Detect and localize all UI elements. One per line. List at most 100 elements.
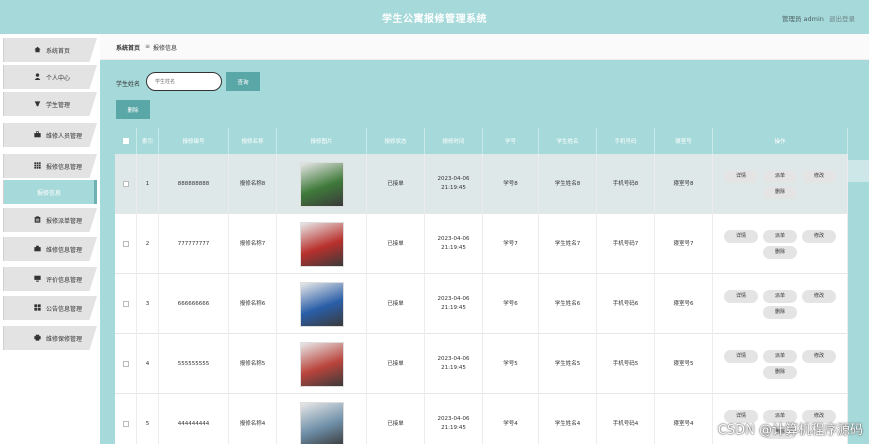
sidebar-item-label: 评价信息管理 [46, 277, 83, 284]
wrench-icon [34, 245, 41, 252]
edit-button[interactable]: 修改 [802, 349, 836, 363]
breadcrumb: 系统首页 ≡ 报修信息 [100, 34, 869, 60]
cell-student-no: 学号6 [483, 274, 539, 334]
sidebar-item-label: 系统首页 [46, 48, 71, 55]
edit-button[interactable]: 修改 [802, 169, 836, 183]
cell-name: 报修名称5 [229, 334, 277, 394]
actions-cell: 详情 派单 修改 删除 [713, 334, 848, 394]
column-header: 报修编号 [159, 128, 229, 154]
cell-student-name: 学生姓名6 [539, 274, 597, 334]
cell-student-no: 学号4 [483, 394, 539, 444]
sidebar-item-label: 维修保修管理 [46, 336, 83, 343]
sidebar-item-reviews[interactable]: 评价信息管理 [3, 267, 97, 291]
photo-cell [277, 334, 367, 394]
cell-time: 2023-04-06 21:19:45 [425, 214, 483, 274]
edit-button[interactable]: 修改 [802, 229, 836, 243]
photo-cell [277, 214, 367, 274]
sidebar-item-repairers[interactable]: 维修人员管理 [3, 123, 97, 147]
cell-index: 1 [137, 154, 159, 214]
detail-button[interactable]: 详情 [724, 349, 758, 363]
sidebar-item-label: 报修信息 [36, 190, 61, 197]
row-checkbox[interactable] [122, 361, 129, 367]
delete-button[interactable]: 删除 [763, 365, 797, 379]
photo-cell [277, 394, 367, 444]
cell-room: 寝室号6 [655, 274, 713, 334]
column-header: 手机号码 [597, 128, 655, 154]
student-name-search-input[interactable] [146, 72, 222, 91]
query-button[interactable]: 查询 [226, 72, 260, 91]
row-checkbox-cell [115, 394, 137, 444]
column-header: 报修时间 [425, 128, 483, 154]
cell-name: 报修名称8 [229, 154, 277, 214]
sidebar-item-repair-mgmt[interactable]: 报修信息管理 [3, 154, 97, 178]
repair-photo[interactable] [299, 341, 344, 387]
dispatch-button[interactable]: 派单 [763, 169, 797, 183]
dispatch-button[interactable]: 派单 [763, 289, 797, 303]
repair-photo[interactable] [299, 161, 344, 207]
cell-status: 已接单 [367, 394, 425, 444]
row-checkbox[interactable] [122, 241, 129, 247]
breadcrumb-current: 报修信息 [153, 45, 178, 52]
sidebar-item-notices[interactable]: 公告信息管理 [3, 296, 97, 320]
user-icon [34, 73, 41, 80]
cell-name: 报修名称4 [229, 394, 277, 444]
repair-table: 索引 报修编号 报修名称 报修图片 报修状态 报修时间 学号 学生姓名 手机号码 寝室号 操作 18… [115, 128, 848, 444]
cell-name: 报修名称7 [229, 214, 277, 274]
select-all-checkbox[interactable] [122, 138, 129, 144]
column-header: 索引 [137, 128, 159, 154]
dispatch-button[interactable]: 派单 [763, 229, 797, 243]
sidebar-item-home[interactable]: 系统首页 [3, 38, 97, 62]
dispatch-button[interactable]: 派单 [763, 349, 797, 363]
printer-icon [34, 334, 41, 341]
row-actions: 详情 派单 修改 删除 [720, 289, 840, 319]
cell-phone: 手机号码7 [597, 214, 655, 274]
briefcase-icon [34, 131, 41, 138]
cell-code: 777777777 [159, 214, 229, 274]
cell-code: 888888888 [159, 154, 229, 214]
row-actions: 详情 派单 修改 删除 [720, 349, 840, 379]
delete-button[interactable]: 删除 [763, 305, 797, 319]
delete-button[interactable]: 删除 [763, 245, 797, 259]
breadcrumb-home[interactable]: 系统首页 [116, 43, 140, 52]
monitor-icon [34, 275, 41, 282]
logout-link[interactable]: 退出登录 [829, 15, 855, 23]
apps-icon [34, 304, 41, 311]
sidebar-item-repair-info[interactable]: 报修信息 [3, 180, 97, 204]
sidebar-item-label: 报修信息管理 [46, 164, 83, 171]
detail-button[interactable]: 详情 [724, 289, 758, 303]
column-header: 学号 [483, 128, 539, 154]
cell-room: 寝室号5 [655, 334, 713, 394]
cell-time: 2023-04-06 21:19:45 [425, 394, 483, 444]
cell-student-name: 学生姓名8 [539, 154, 597, 214]
photo-cell [277, 154, 367, 214]
delete-button[interactable]: 删除 [763, 185, 797, 199]
sidebar-item-profile[interactable]: 个人中心 [3, 65, 97, 89]
batch-delete-button[interactable]: 删除 [116, 100, 150, 119]
detail-button[interactable]: 详情 [724, 169, 758, 183]
cell-phone: 手机号码5 [597, 334, 655, 394]
table-scroll-edge [848, 160, 869, 182]
sidebar-item-dispatch[interactable]: 报修派单管理 [3, 208, 97, 232]
cell-code: 555555555 [159, 334, 229, 394]
cell-name: 报修名称6 [229, 274, 277, 334]
row-checkbox[interactable] [122, 301, 129, 307]
cell-student-name: 学生姓名4 [539, 394, 597, 444]
edit-button[interactable]: 修改 [802, 289, 836, 303]
repair-photo[interactable] [299, 221, 344, 267]
sidebar-item-warranty[interactable]: 维修保修管理 [3, 326, 97, 350]
sidebar-item-students[interactable]: 学生管理 [3, 92, 97, 116]
row-checkbox[interactable] [122, 181, 129, 187]
detail-button[interactable]: 详情 [724, 229, 758, 243]
row-checkbox-cell [115, 274, 137, 334]
repair-photo[interactable] [299, 401, 344, 444]
column-header: 操作 [713, 128, 848, 154]
repair-photo[interactable] [299, 281, 344, 327]
sidebar-item-label: 维修信息管理 [46, 247, 83, 254]
column-header: 报修状态 [367, 128, 425, 154]
cell-student-name: 学生姓名5 [539, 334, 597, 394]
cell-student-no: 学号8 [483, 154, 539, 214]
sidebar-item-maintenance[interactable]: 维修信息管理 [3, 237, 97, 261]
select-all-checkbox-cell[interactable] [115, 128, 137, 154]
row-checkbox[interactable] [122, 421, 129, 427]
cell-room: 寝室号8 [655, 154, 713, 214]
